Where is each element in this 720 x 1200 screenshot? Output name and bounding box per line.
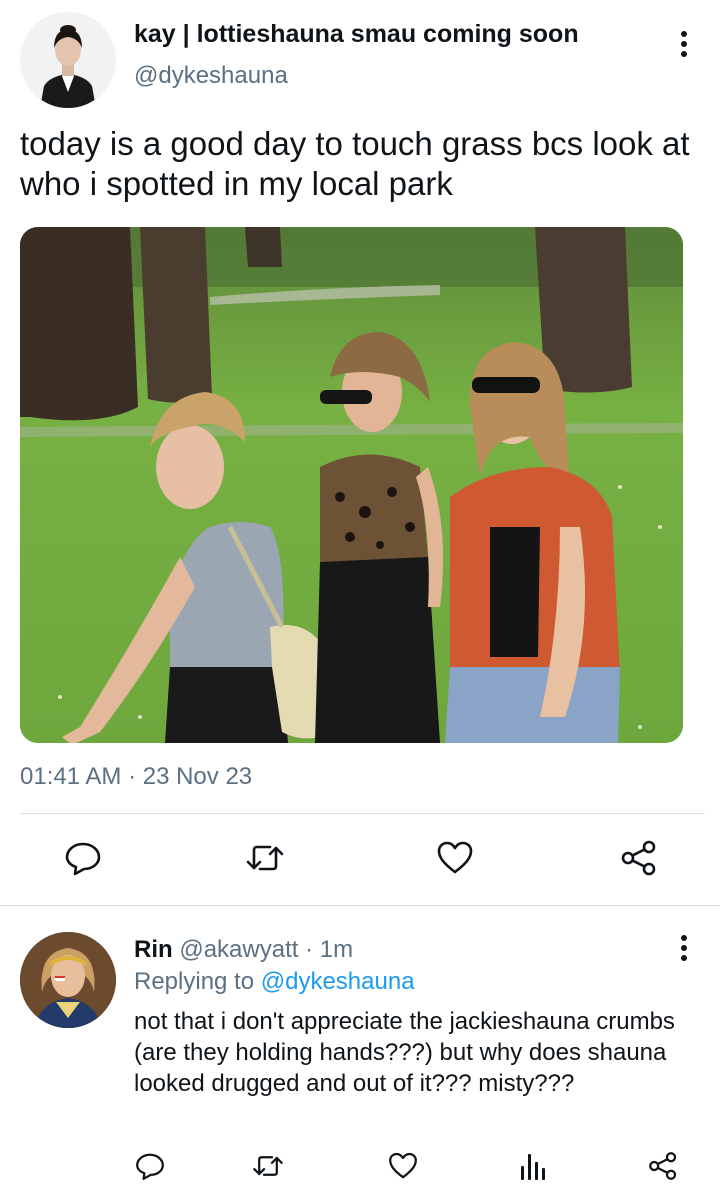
tweet-thread: kay | lottieshauna smau coming soon @dyk… <box>0 0 720 1200</box>
reply-actions <box>0 1142 720 1198</box>
replying-prefix: Replying to <box>134 968 255 995</box>
replying-to: Replying to @dykeshauna <box>134 968 415 996</box>
like-icon[interactable] <box>430 830 480 886</box>
park-photo <box>20 227 683 743</box>
retweet-icon[interactable] <box>240 830 290 886</box>
share-icon[interactable] <box>641 1142 685 1190</box>
more-options-icon[interactable] <box>668 932 700 964</box>
reply-icon[interactable] <box>128 1142 172 1190</box>
user-handle[interactable]: @dykeshauna <box>134 62 288 90</box>
replying-to-link[interactable]: @dykeshauna <box>261 968 415 995</box>
reply-text: not that i don't appreciate the jackiesh… <box>134 1008 675 1097</box>
avatar[interactable] <box>20 932 116 1028</box>
more-options-icon[interactable] <box>668 28 700 60</box>
display-name[interactable]: Rin <box>134 936 173 963</box>
share-icon[interactable] <box>614 830 664 886</box>
avatar-image <box>20 932 116 1028</box>
tweet-text: today is a good day to touch grass bcs l… <box>20 125 690 202</box>
reply-icon[interactable] <box>58 830 108 886</box>
reply-tweet: Rin @akawyatt · 1m Replying to @dykeshau… <box>0 906 720 1200</box>
main-tweet: kay | lottieshauna smau coming soon @dyk… <box>0 0 720 905</box>
tweet-timestamp[interactable]: 01:41 AM · 23 Nov 23 <box>20 763 252 791</box>
retweet-icon[interactable] <box>246 1142 290 1190</box>
analytics-icon[interactable] <box>511 1142 555 1190</box>
tweet-actions <box>0 830 720 890</box>
display-name[interactable]: kay | lottieshauna smau coming soon <box>134 20 579 49</box>
reply-header: Rin @akawyatt · 1m <box>134 936 353 964</box>
handle-and-time[interactable]: @akawyatt · 1m <box>179 936 353 963</box>
avatar[interactable] <box>20 12 116 108</box>
tweet-photo[interactable] <box>20 227 683 743</box>
divider <box>20 813 705 814</box>
avatar-image <box>20 12 116 108</box>
like-icon[interactable] <box>381 1142 425 1190</box>
